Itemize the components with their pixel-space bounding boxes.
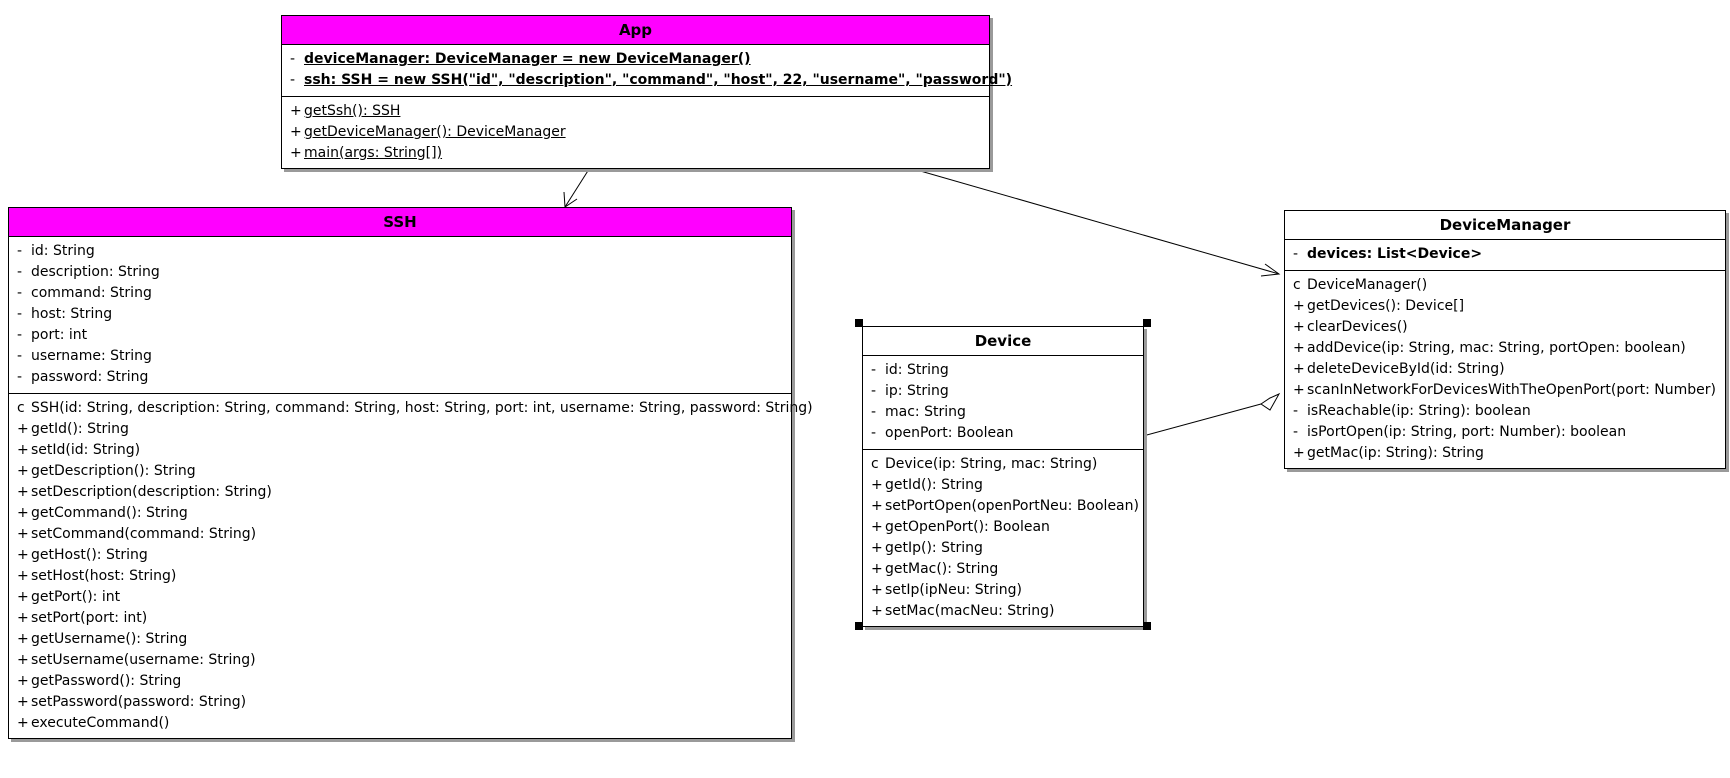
operation: + setUsername(username: String) [17, 652, 256, 668]
operation: + setCommand(command: String) [17, 526, 257, 542]
attribute: - mac: String [871, 404, 966, 420]
attribute: - command: String [17, 285, 152, 301]
aggregation-diamond [1260, 392, 1281, 411]
attribute: - port: int [17, 327, 88, 343]
operation: + getDevices(): Device[] [1293, 298, 1465, 314]
operation: + getUsername(): String [17, 631, 188, 647]
attribute: - ssh: SSH = new SSH("id", "description",… [290, 72, 1013, 88]
class-device[interactable]: Device - id: String - ip: String - mac: Str… [862, 326, 1144, 627]
class-ssh[interactable]: SSH - id: String - description: String - co… [8, 207, 813, 739]
operation: + getHost(): String [17, 547, 148, 563]
operation: + getOpenPort(): Boolean [871, 519, 1050, 535]
operation: + setId(id: String) [17, 442, 141, 458]
operation: c SSH(id: String, description: String, co… [17, 400, 813, 416]
class-devicemanager-attributes: - devices: List<Device> [1285, 240, 1725, 271]
association-app-ssh [564, 165, 592, 208]
resize-handle-bottom-right[interactable] [1143, 622, 1151, 630]
operation: + getPort(): int [17, 589, 121, 605]
operation: + setPort(port: int) [17, 610, 148, 626]
operation: + scanInNetworkForDevicesWithTheOpenPort(… [1293, 382, 1716, 398]
class-ssh-operations: c SSH(id: String, description: String, co… [9, 394, 813, 738]
operation: + getMac(ip: String): String [1293, 445, 1484, 461]
class-device-operations: c Device(ip: String, mac: String) + getId(… [863, 450, 1143, 626]
operation: + getId(): String [871, 477, 983, 493]
attribute: - devices: List<Device> [1293, 246, 1483, 262]
operation: + setPassword(password: String) [17, 694, 247, 710]
operation: + getCommand(): String [17, 505, 188, 521]
operation: + setDescription(description: String) [17, 484, 272, 500]
class-ssh-attributes: - id: String - description: String - comman… [9, 237, 791, 394]
aggregation-device-devicemanager [1142, 403, 1262, 437]
attribute: - password: String [17, 369, 149, 385]
class-devicemanager-operations: c DeviceManager() + getDevices(): Device[]… [1285, 271, 1725, 468]
operation: + setPortOpen(openPortNeu: Boolean) [871, 498, 1139, 514]
operation: + getId(): String [17, 421, 129, 437]
attribute: - id: String [17, 243, 95, 259]
operation: - isPortOpen(ip: String, port: Number): b… [1293, 424, 1627, 440]
attribute: - deviceManager: DeviceManager = new Devi… [290, 51, 751, 67]
operation: + addDevice(ip: String, mac: String, port… [1293, 340, 1686, 356]
operation: + setIp(ipNeu: String) [871, 582, 1023, 598]
operation: + getPassword(): String [17, 673, 182, 689]
class-device-title: Device [863, 327, 1143, 356]
class-app-title: App [282, 16, 989, 45]
attribute: - host: String [17, 306, 113, 322]
operation: c DeviceManager() [1293, 277, 1428, 293]
operation: + main(args: String[]) [290, 145, 443, 161]
attribute: - username: String [17, 348, 152, 364]
attribute: - openPort: Boolean [871, 425, 1014, 441]
class-devicemanager-title: DeviceManager [1285, 211, 1725, 240]
arrowhead-app-devicemanager [1260, 263, 1281, 277]
operation: + setHost(host: String) [17, 568, 177, 584]
operation: c Device(ip: String, mac: String) [871, 456, 1098, 472]
operation: + getDeviceManager(): DeviceManager [290, 124, 566, 140]
class-device-attributes: - id: String - ip: String - mac: String - op… [863, 356, 1143, 450]
resize-handle-top-right[interactable] [1143, 319, 1151, 327]
class-devicemanager[interactable]: DeviceManager - devices: List<Device> c De… [1284, 210, 1726, 469]
operation: + setMac(macNeu: String) [871, 603, 1055, 619]
resize-handle-bottom-left[interactable] [855, 622, 863, 630]
operation: + executeCommand() [17, 715, 170, 731]
class-app-operations: + getSsh(): SSH + getDeviceManager(): Devi… [282, 97, 989, 168]
arrowhead-app-ssh [563, 191, 578, 208]
class-app[interactable]: App - deviceManager: DeviceManager = new … [281, 15, 1013, 169]
operation: + deleteDeviceById(id: String) [1293, 361, 1505, 377]
attribute: - ip: String [871, 383, 949, 399]
association-app-devicemanager [902, 165, 1280, 275]
class-ssh-title: SSH [9, 208, 791, 237]
operation: + clearDevices() [1293, 319, 1408, 335]
operation: - isReachable(ip: String): boolean [1293, 403, 1531, 419]
resize-handle-top-left[interactable] [855, 319, 863, 327]
operation: + getMac(): String [871, 561, 999, 577]
operation: + getIp(): String [871, 540, 983, 556]
attribute: - id: String [871, 362, 949, 378]
attribute: - description: String [17, 264, 160, 280]
operation: + getSsh(): SSH [290, 103, 401, 119]
class-app-attributes: - deviceManager: DeviceManager = new Devi… [282, 45, 1013, 97]
operation: + getDescription(): String [17, 463, 196, 479]
